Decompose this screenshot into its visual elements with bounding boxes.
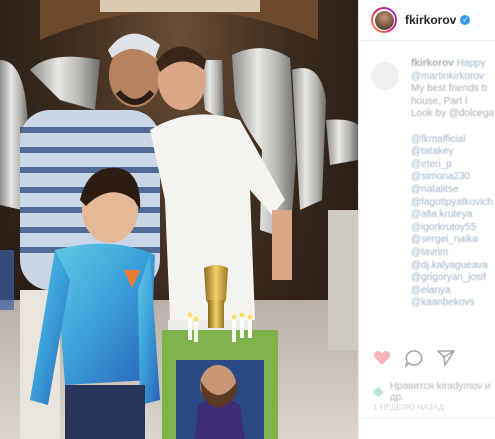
likes-text: Нравится kiradymov и др. (389, 381, 491, 403)
caption-avatar[interactable] (371, 62, 399, 90)
share-icon[interactable] (437, 350, 455, 366)
caption: fkirkorov Happy @martinkirkorov My best … (371, 58, 495, 310)
mention-link[interactable]: @martinkirkorov (411, 71, 494, 84)
heart-icon[interactable] (373, 350, 391, 366)
divider (359, 418, 495, 419)
mention-link[interactable]: @tatakey (411, 146, 494, 159)
verified-badge-icon: ✓ (460, 15, 471, 25)
post-timestamp: 1 НЕДЕЛЮ НАЗАД (373, 403, 444, 412)
comment-icon[interactable] (405, 350, 423, 367)
mention-link[interactable]: @igorkrutoy55 (411, 222, 494, 235)
profile-photo (374, 10, 394, 30)
mention-link[interactable]: @tavrim (411, 247, 494, 260)
mention-link[interactable]: @alla.kruteya (411, 209, 494, 222)
mention-link[interactable]: @eteri_p (411, 159, 494, 172)
mention-link[interactable]: @natalitse (411, 184, 494, 197)
caption-line: My best friends b (411, 83, 488, 95)
likes-row[interactable]: Нравится kiradymov и др. (373, 381, 495, 403)
post-header: fkirkorov ✓ (359, 0, 495, 41)
mention-link[interactable]: @grigoryan_josif (411, 272, 494, 285)
post-sidebar: fkirkorov ✓ fkirkorov Happy @martinkirko… (358, 0, 495, 439)
liker-avatar-icon (373, 386, 384, 398)
caption-line: house, Part I (411, 95, 468, 107)
mention-link[interactable]: @dj.kalyagueava (411, 260, 494, 273)
username-link[interactable]: fkirkorov (405, 13, 456, 27)
mention-link[interactable]: @fkmafficial (411, 134, 494, 147)
mention-link[interactable]: @elanya (411, 285, 494, 298)
mention-link[interactable]: @sergei_naika (411, 234, 494, 247)
caption-text: fkirkorov Happy @martinkirkorov My best … (411, 58, 494, 310)
post-actions (373, 350, 455, 367)
mention-link[interactable]: @fagotipyatkovich (411, 197, 494, 210)
profile-avatar[interactable] (371, 7, 397, 33)
post-photo[interactable] (0, 0, 358, 439)
mention-link[interactable]: @simona230 (411, 171, 494, 184)
caption-line (411, 121, 494, 134)
mention-link[interactable]: @kaanbekovs (411, 297, 494, 310)
ceiling-light (100, 0, 260, 12)
caption-username[interactable]: fkirkorov (411, 58, 454, 69)
party-photo-illustration (0, 0, 358, 439)
caption-line: Look by @dolcega (411, 108, 494, 120)
